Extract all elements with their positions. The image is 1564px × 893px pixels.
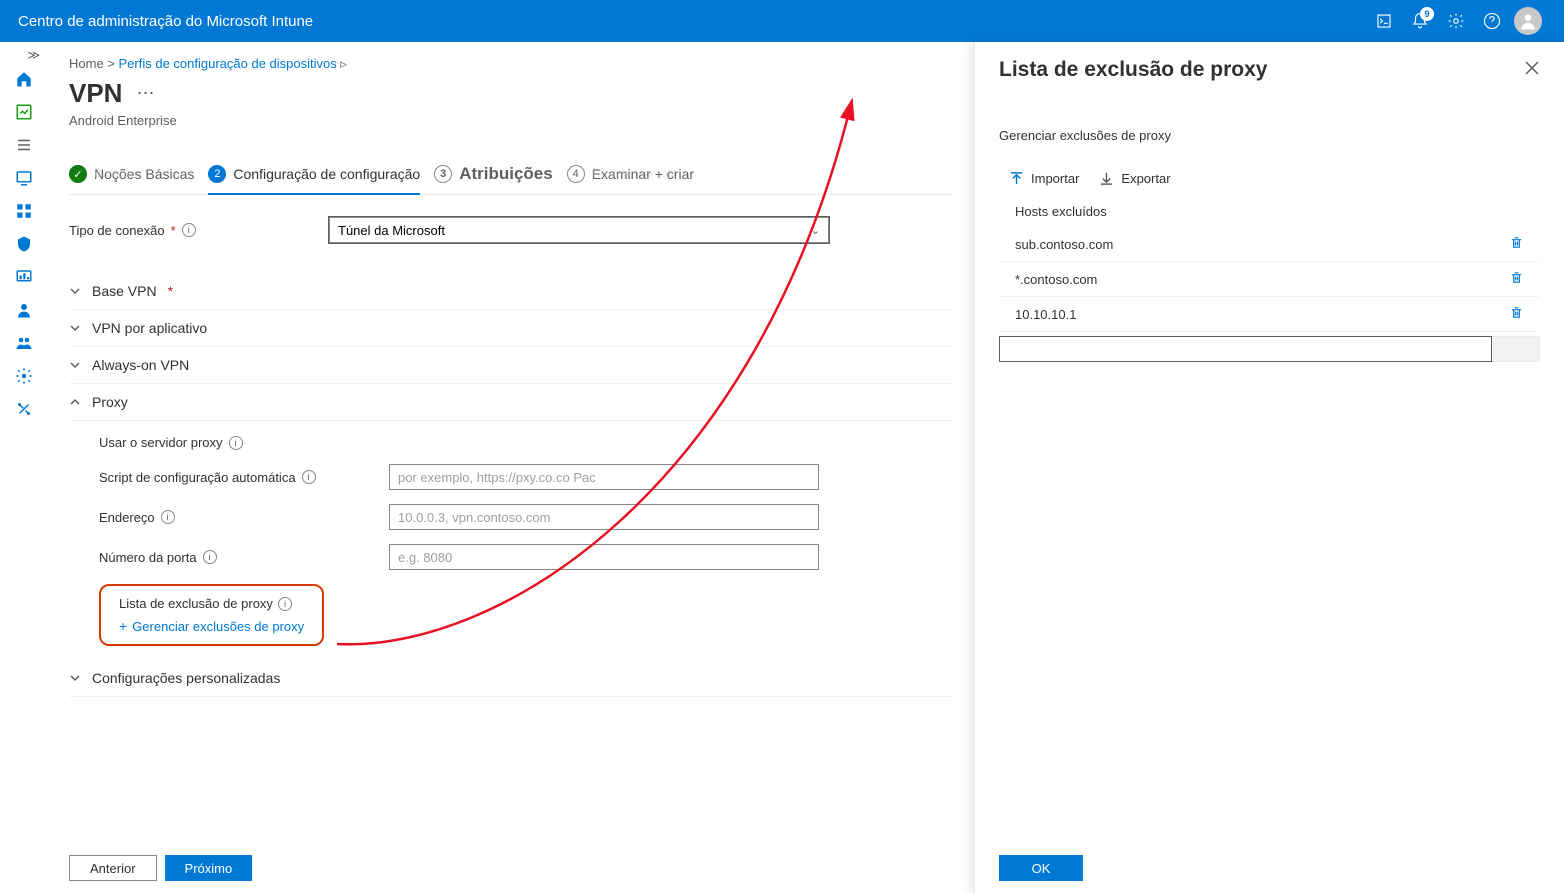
info-icon[interactable]: i — [182, 223, 196, 237]
check-icon: ✓ — [69, 165, 87, 183]
step-config[interactable]: 2 Configuração de configuração — [208, 165, 420, 195]
import-icon — [1009, 171, 1024, 186]
wizard-footer: Anterior Próximo — [69, 855, 252, 881]
section-custom-settings[interactable]: Configurações personalizadas — [69, 660, 952, 697]
port-label: Número da porta i — [99, 550, 389, 565]
chevron-down-icon: ⌄ — [811, 224, 820, 237]
page-more-icon[interactable]: ⋯ — [136, 83, 154, 104]
collapse-nav-icon[interactable]: ≫ — [0, 48, 47, 62]
auto-script-input[interactable] — [389, 464, 819, 490]
nav-security-icon[interactable] — [0, 227, 47, 260]
port-input[interactable] — [389, 544, 819, 570]
new-host-input[interactable] — [999, 336, 1492, 362]
host-value: sub.contoso.com — [1015, 237, 1509, 252]
step-2-circle: 2 — [208, 165, 226, 183]
notification-badge: 9 — [1420, 7, 1434, 21]
nav-devices-icon[interactable] — [0, 161, 47, 194]
info-icon[interactable]: i — [203, 550, 217, 564]
add-host-button[interactable] — [1492, 336, 1540, 362]
nav-groups-icon[interactable] — [0, 326, 47, 359]
manage-exclusions-link[interactable]: + Gerenciar exclusões de proxy — [119, 618, 304, 634]
left-nav-rail: ≫ — [0, 42, 47, 893]
nav-services-icon[interactable] — [0, 128, 47, 161]
plus-icon: + — [119, 618, 127, 634]
panel-title: Lista de exclusão de proxy — [999, 58, 1540, 82]
app-title: Centro de administração do Microsoft Int… — [18, 13, 313, 30]
close-panel-icon[interactable] — [1524, 60, 1540, 81]
wizard-steps: ✓ Noções Básicas Basics 2 Configuração d… — [69, 164, 952, 195]
help-icon[interactable] — [1474, 3, 1510, 39]
info-icon[interactable]: i — [302, 470, 316, 484]
page-title: VPN — [69, 78, 122, 109]
nav-troubleshoot-icon[interactable] — [0, 392, 47, 425]
nav-dashboard-icon[interactable] — [0, 95, 47, 128]
breadcrumb-home[interactable]: Home > — [69, 56, 115, 71]
hosts-column-header: Hosts excluídos — [999, 204, 1540, 219]
section-proxy[interactable]: Proxy — [69, 384, 952, 421]
host-row: *.contoso.com — [999, 262, 1540, 297]
nav-apps-icon[interactable] — [0, 194, 47, 227]
notification-icon[interactable]: 9 — [1402, 3, 1438, 39]
cloud-shell-icon[interactable] — [1366, 3, 1402, 39]
step-review[interactable]: 4 Examinar + criar Review + create — [567, 165, 694, 193]
info-icon[interactable]: i — [161, 510, 175, 524]
step-3-circle: 3 — [434, 165, 452, 183]
top-bar: Centro de administração do Microsoft Int… — [0, 0, 1564, 42]
host-row: sub.contoso.com — [999, 227, 1540, 262]
nav-users-icon[interactable] — [0, 293, 47, 326]
nav-home-icon[interactable] — [0, 62, 47, 95]
delete-host-icon[interactable] — [1509, 305, 1524, 323]
account-avatar[interactable] — [1510, 3, 1546, 39]
host-value: *.contoso.com — [1015, 272, 1509, 287]
proxy-exclusion-box: Lista de exclusão de proxy i + Gerenciar… — [99, 584, 324, 646]
section-base-vpn[interactable]: Base VPN * — [69, 273, 952, 310]
proxy-exclusion-title: Lista de exclusão de proxy i — [119, 596, 304, 611]
ok-button[interactable]: OK — [999, 855, 1083, 881]
next-button[interactable]: Próximo — [165, 855, 253, 881]
section-per-app-vpn[interactable]: VPN por aplicativo — [69, 310, 952, 347]
step-4-circle: 4 — [567, 165, 585, 183]
page-subtitle: Android Enterprise — [69, 113, 952, 128]
address-label: Endereço i — [99, 510, 389, 525]
chevron-down-icon — [69, 322, 81, 334]
previous-button[interactable]: Anterior — [69, 855, 157, 881]
address-input[interactable] — [389, 504, 819, 530]
import-button[interactable]: Importar — [1009, 171, 1079, 186]
info-icon[interactable]: i — [229, 436, 243, 450]
host-row: 10.10.10.1 — [999, 297, 1540, 332]
export-icon — [1099, 171, 1114, 186]
step-assignments[interactable]: 3 Atribuições — [434, 164, 553, 194]
chevron-up-icon — [69, 396, 81, 408]
section-always-on-vpn[interactable]: Always-on VPN — [69, 347, 952, 384]
host-value: 10.10.10.1 — [1015, 307, 1509, 322]
chevron-down-icon — [69, 285, 81, 297]
auto-script-label: Script de configuração automática i — [99, 470, 389, 485]
nav-tenant-icon[interactable] — [0, 359, 47, 392]
host-list: sub.contoso.com *.contoso.com 10.10.10.1 — [999, 227, 1540, 332]
connection-type-select[interactable]: Túnel da Microsoft ⌄ — [329, 217, 829, 243]
use-proxy-label: Usar o servidor proxy i — [99, 435, 389, 450]
step-basics[interactable]: ✓ Noções Básicas Basics — [69, 165, 194, 193]
chevron-down-icon — [69, 359, 81, 371]
delete-host-icon[interactable] — [1509, 270, 1524, 288]
delete-host-icon[interactable] — [1509, 235, 1524, 253]
proxy-exclusion-panel: Lista de exclusão de proxy Gerenciar exc… — [974, 42, 1564, 893]
chevron-down-icon — [69, 672, 81, 684]
panel-description: Gerenciar exclusões de proxy — [999, 128, 1540, 143]
main-content: Home > Perfis de configuração de disposi… — [47, 42, 974, 893]
breadcrumb-path[interactable]: Perfis de configuração de dispositivos — [119, 56, 337, 71]
export-button[interactable]: Exportar — [1099, 171, 1170, 186]
nav-reports-icon[interactable] — [0, 260, 47, 293]
settings-icon[interactable] — [1438, 3, 1474, 39]
connection-type-label: Tipo de conexão * i — [69, 223, 329, 238]
info-icon[interactable]: i — [278, 597, 292, 611]
breadcrumb: Home > Perfis de configuração de disposi… — [69, 56, 952, 72]
